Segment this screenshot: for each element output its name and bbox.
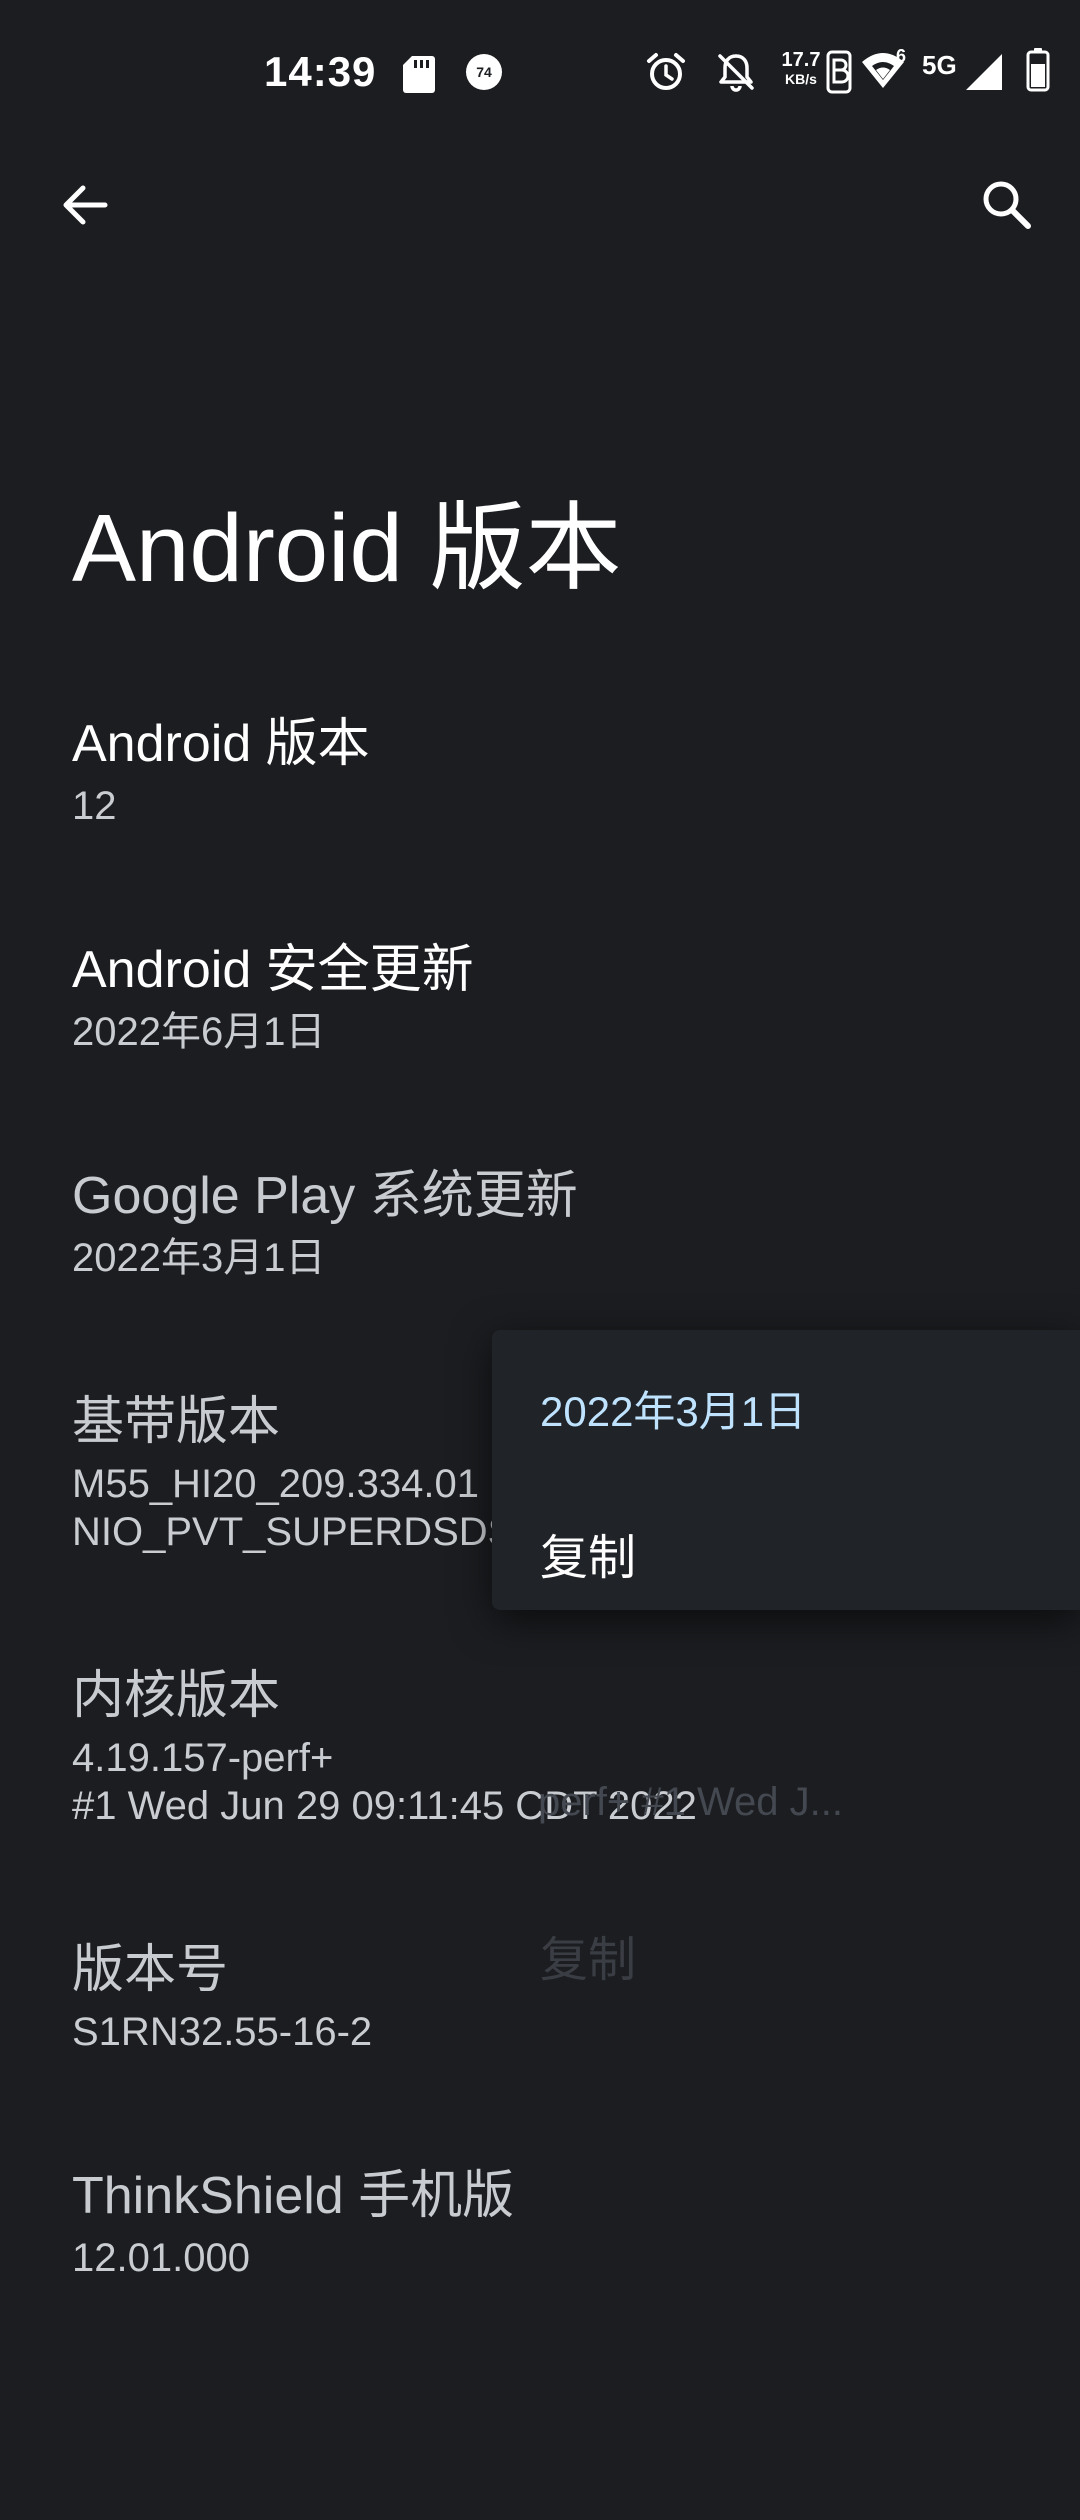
notification-badge-icon: 74 (466, 54, 502, 90)
status-bar: 14:39 74 17.7 KB/s 6 5G (0, 0, 1080, 150)
search-button[interactable] (972, 170, 1042, 240)
item-title: ThinkShield 手机版 (72, 2167, 515, 2225)
item-summary: 2022年3月1日 (72, 1236, 326, 1280)
page-title: Android 版本 (72, 495, 622, 602)
item-summary: S1RN32.55-16-2 (72, 2010, 373, 2054)
copy-menu-item[interactable]: 复制 (540, 1518, 636, 1588)
copy-popup-menu: 2022年3月1日 复制 (492, 1330, 1080, 1610)
wifi-6-badge: 6 (896, 46, 907, 66)
search-icon (983, 181, 1031, 229)
fading-menu-text: perf+ #1 Wed J... (538, 1780, 843, 1824)
status-time: 14:39 (264, 48, 377, 95)
net-speed-unit: KB/s (785, 71, 817, 87)
battery-icon (1026, 48, 1050, 97)
item-title: Google Play 系统更新 (72, 1167, 578, 1225)
notification-badge-count: 74 (476, 64, 492, 80)
arrow-back-icon (63, 185, 108, 225)
net-speed-value: 17.7 (781, 49, 821, 71)
cell-signal-icon (964, 52, 1004, 97)
popup-title: 2022年3月1日 (540, 1388, 807, 1435)
list-item-google-play-update[interactable]: Google Play 系统更新 2022年3月1日 (72, 1164, 1032, 1282)
back-button[interactable] (50, 170, 120, 240)
fading-menu-copy: 复制 (540, 1934, 637, 1987)
item-title: Android 版本 (72, 715, 370, 773)
item-title: 内核版本 (72, 1667, 281, 1725)
notifications-off-icon (714, 50, 758, 99)
b-mode-icon (826, 50, 852, 99)
item-summary: 12.01.000 (72, 2236, 250, 2280)
alarm-icon (644, 50, 688, 99)
sd-card-icon (402, 54, 436, 99)
item-summary: 12 (72, 784, 117, 828)
list-item-thinkshield[interactable]: ThinkShield 手机版 12.01.000 (72, 2164, 1032, 2282)
item-title: Android 安全更新 (72, 941, 474, 999)
list-item-android-version[interactable]: Android 版本 12 (72, 712, 1032, 830)
list-item-security-update[interactable]: Android 安全更新 2022年6月1日 (72, 938, 1032, 1056)
network-type: 5G (922, 50, 957, 80)
net-speed: 17.7 KB/s (778, 50, 824, 86)
item-summary: 2022年6月1日 (72, 1010, 326, 1054)
